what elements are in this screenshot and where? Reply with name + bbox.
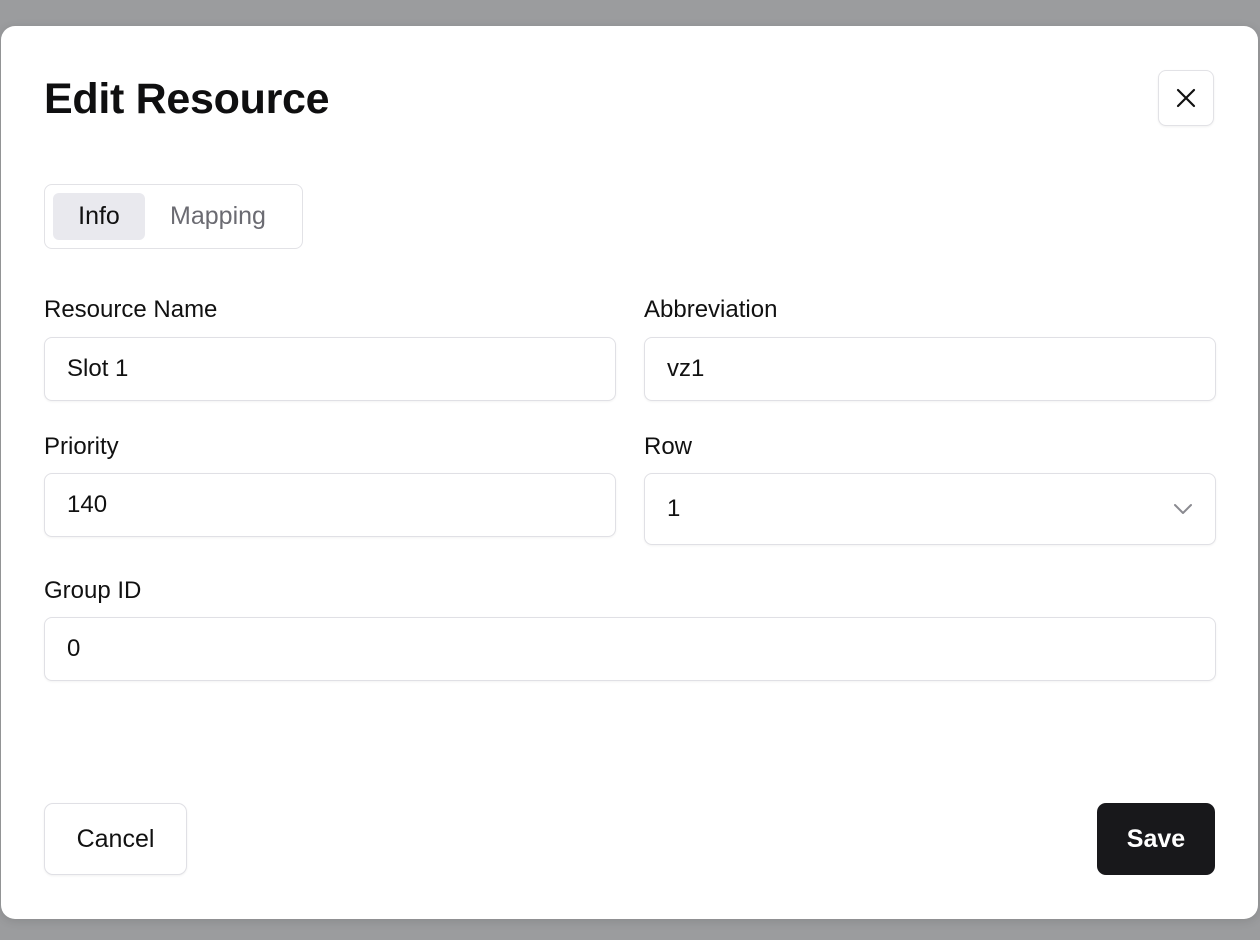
cancel-button[interactable]: Cancel bbox=[44, 803, 187, 875]
abbreviation-label: Abbreviation bbox=[644, 296, 778, 323]
tab-mapping[interactable]: Mapping bbox=[153, 193, 283, 240]
group-id-label: Group ID bbox=[44, 577, 142, 604]
chevron-down-icon bbox=[1174, 504, 1192, 514]
group-id-input[interactable] bbox=[44, 617, 1216, 681]
abbreviation-input[interactable] bbox=[644, 337, 1216, 401]
resource-name-input[interactable] bbox=[44, 337, 616, 401]
dialog-title: Edit Resource bbox=[44, 75, 330, 123]
resource-name-label: Resource Name bbox=[44, 296, 218, 323]
row-select[interactable]: 1 bbox=[644, 473, 1216, 545]
priority-label: Priority bbox=[44, 433, 119, 460]
edit-resource-dialog: Edit Resource Info Mapping Resource Name… bbox=[1, 26, 1258, 919]
save-button[interactable]: Save bbox=[1097, 803, 1215, 875]
row-label: Row bbox=[644, 433, 693, 460]
tab-info[interactable]: Info bbox=[53, 193, 145, 240]
close-icon bbox=[1176, 88, 1196, 108]
close-button[interactable] bbox=[1158, 70, 1214, 126]
priority-input[interactable] bbox=[44, 473, 616, 537]
tab-list: Info Mapping bbox=[44, 184, 303, 249]
row-select-value: 1 bbox=[667, 495, 681, 522]
